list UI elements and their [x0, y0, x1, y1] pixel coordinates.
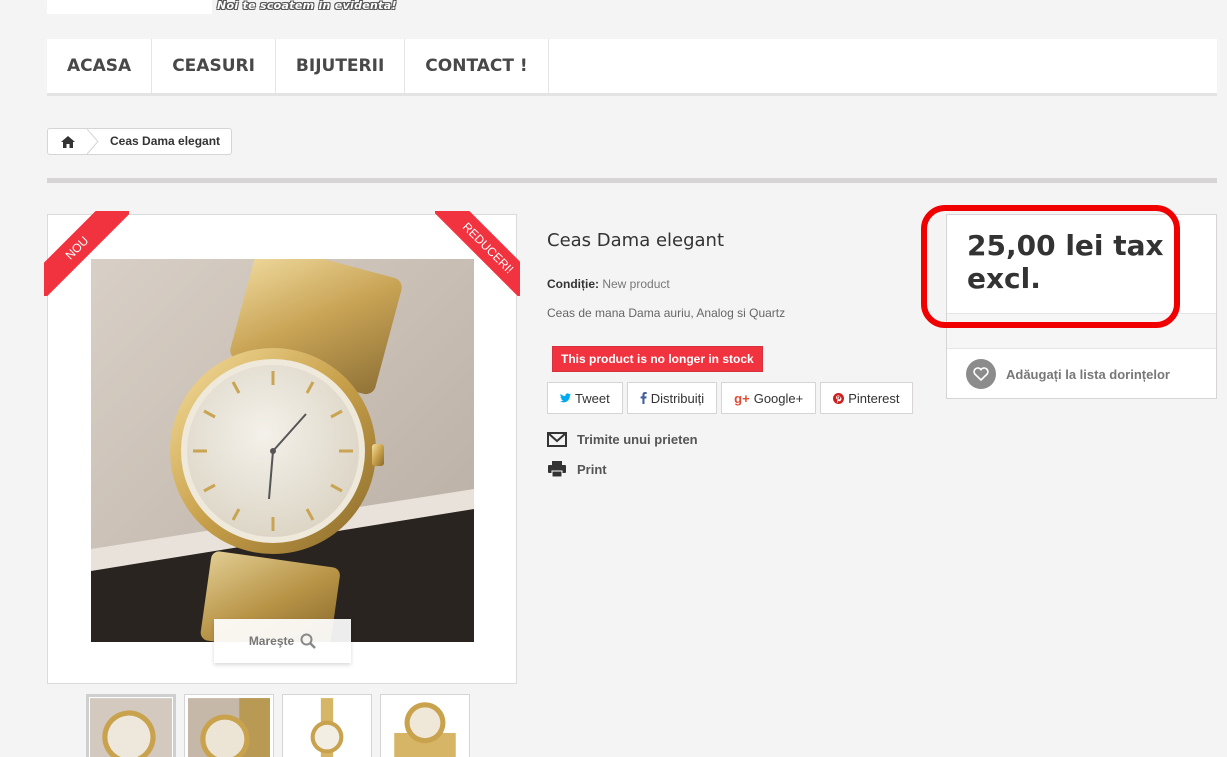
nav-item-contact[interactable]: CONTACT !	[405, 39, 549, 93]
buy-box-band	[947, 313, 1216, 349]
facebook-share-button[interactable]: Distribuiți	[626, 382, 718, 414]
breadcrumb-current: Ceas Dama elegant	[110, 134, 221, 148]
wishlist-label: Adăugați la lista dorințelor	[1006, 366, 1170, 382]
tagline: Noi te scoatem in evidenta!	[217, 0, 397, 12]
printer-icon	[548, 461, 566, 477]
price-area: 25,00 lei tax excl.	[947, 215, 1216, 313]
facebook-label: Distribuiți	[650, 390, 705, 406]
pinterest-label: Pinterest	[848, 390, 900, 406]
send-to-friend-link[interactable]: Trimite unui prieten	[547, 424, 907, 454]
thumbnail-strip	[86, 694, 470, 757]
google-plus-button[interactable]: g+ Google+	[721, 382, 817, 414]
thumbnail-3[interactable]	[282, 694, 372, 757]
google-plus-icon: g+	[734, 390, 750, 406]
thumbnail-2[interactable]	[184, 694, 274, 757]
product-condition: Condiție: New product	[547, 277, 907, 291]
nav-item-bijuterii[interactable]: BIJUTERII	[276, 39, 406, 93]
breadcrumb: Ceas Dama elegant	[47, 128, 233, 155]
product-info: Ceas Dama elegant Condiție: New product …	[547, 230, 913, 484]
zoom-label: Mareşte	[248, 634, 295, 648]
nav-item-acasa[interactable]: ACASA	[47, 39, 153, 93]
print-label: Print	[577, 461, 607, 477]
logo[interactable]	[47, 0, 212, 14]
envelope-icon	[547, 431, 567, 447]
pinterest-button[interactable]: Pinterest	[820, 382, 913, 414]
thumbnail-4[interactable]	[380, 694, 470, 757]
google-plus-label: Google+	[753, 390, 804, 406]
print-link[interactable]: Print	[547, 454, 907, 484]
magnifier-icon	[300, 633, 317, 649]
add-to-wishlist-button[interactable]: Adăugați la lista dorințelor	[947, 349, 1216, 399]
short-description: Ceas de mana Dama auriu, Analog si Quart…	[547, 306, 786, 320]
tweet-button[interactable]: Tweet	[547, 382, 623, 414]
nav-item-ceasuri[interactable]: CEASURI	[152, 39, 276, 93]
product-price: 25,00 lei tax excl.	[967, 229, 1164, 295]
out-of-stock-badge: This product is no longer in stock	[552, 346, 763, 372]
sale-badge-label: REDUCERI!	[435, 211, 520, 296]
product-links: Trimite unui prieten Print	[547, 424, 907, 484]
social-share: Tweet Distribuiți g+ Google+ Pinterest	[547, 382, 913, 414]
divider	[47, 178, 1217, 183]
new-badge-label: NOU	[44, 211, 129, 296]
home-icon	[60, 135, 75, 148]
buy-box: 25,00 lei tax excl. Adăugați la lista do…	[946, 214, 1217, 399]
twitter-icon	[560, 393, 571, 403]
send-to-friend-label: Trimite unui prieten	[577, 431, 698, 447]
new-badge: NOU	[44, 211, 129, 296]
heart-icon	[966, 359, 996, 389]
condition-value: New product	[602, 277, 670, 291]
facebook-icon	[640, 392, 647, 404]
condition-label: Condiție:	[547, 277, 599, 291]
breadcrumb-home[interactable]	[48, 129, 88, 154]
zoom-button[interactable]: Mareşte	[214, 619, 351, 663]
main-menu: ACASA CEASURI BIJUTERII CONTACT !	[47, 39, 1217, 96]
product-title: Ceas Dama elegant	[547, 230, 725, 251]
product-photo[interactable]	[91, 259, 474, 642]
product-image-block: NOU REDUCERI! Mareşte	[44, 211, 520, 684]
sale-badge: REDUCERI!	[435, 211, 520, 296]
tweet-label: Tweet	[575, 390, 610, 406]
thumbnail-1[interactable]	[86, 694, 176, 757]
pinterest-icon	[833, 392, 845, 404]
